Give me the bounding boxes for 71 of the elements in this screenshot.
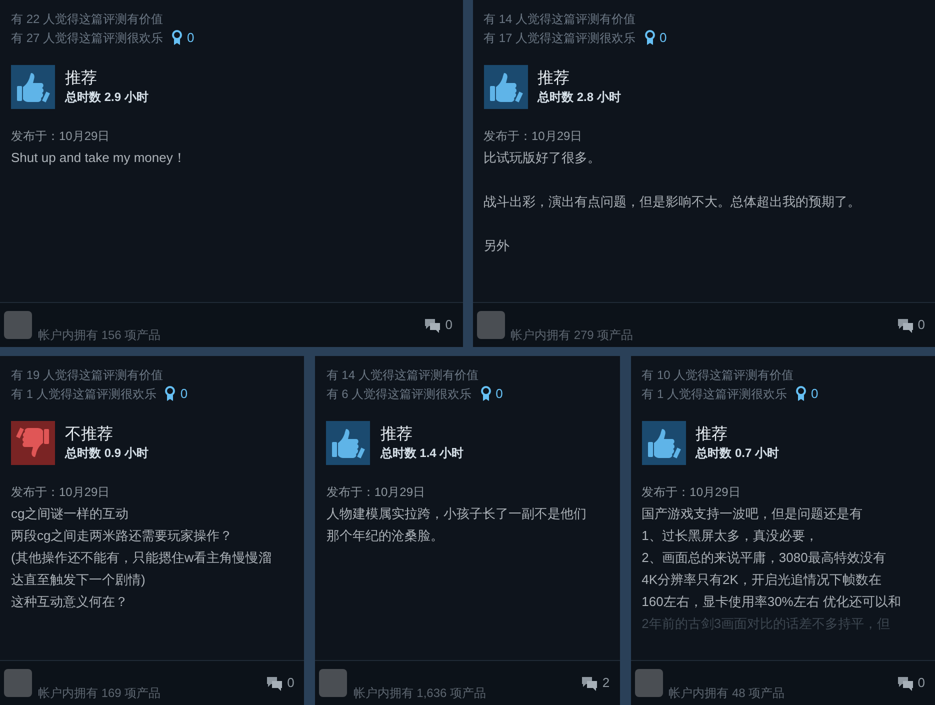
comment-count: 0 — [918, 674, 925, 692]
helpful-count: 有 10 人觉得这篇评测有价值 — [642, 367, 795, 384]
product-count: 帐户内拥有 1,636 项产品 — [353, 685, 486, 702]
review-text: 战斗出彩，演出有点问题，但是影响不大。总体超出我的预期了。 — [484, 192, 862, 210]
verdict-label: 不推荐 — [65, 424, 114, 444]
award-count: 0 — [811, 385, 818, 403]
thumbs-up-icon — [642, 420, 686, 464]
award-count: 0 — [187, 29, 194, 47]
comment-icon[interactable] — [896, 676, 914, 690]
playtime-label: 总时数 0.7 小时 — [696, 444, 780, 460]
award-icon — [480, 386, 492, 402]
post-date: 发布于：10月29日 — [484, 128, 584, 144]
comment-icon[interactable] — [424, 318, 442, 332]
review-text: 达直至触发下一个剧情) — [11, 570, 146, 589]
post-date: 发布于：10月29日 — [326, 484, 426, 500]
helpful-count: 有 14 人觉得这篇评测有价值 — [484, 11, 637, 28]
product-count: 帐户内拥有 48 项产品 — [668, 685, 785, 702]
comment-icon[interactable] — [581, 676, 598, 690]
product-count: 帐户内拥有 169 项产品 — [38, 685, 161, 702]
playtime-label: 总时数 2.8 小时 — [538, 88, 621, 104]
comment-count: 0 — [918, 316, 925, 334]
review-text: 比试玩版好了很多。 — [484, 148, 602, 166]
award-count: 0 — [496, 385, 503, 403]
review-text: cg之间谜一样的互动 — [11, 504, 130, 523]
playtime-label: 总时数 1.4 小时 — [380, 444, 464, 460]
award-icon — [164, 386, 176, 402]
verdict-label: 推荐 — [65, 68, 98, 88]
post-date: 发布于：10月29日 — [11, 484, 111, 500]
award-icon — [795, 386, 807, 402]
product-count: 帐户内拥有 279 项产品 — [510, 327, 634, 344]
award-count: 0 — [180, 385, 188, 403]
comment-count: 0 — [445, 316, 452, 334]
comment-icon[interactable] — [896, 318, 914, 332]
comment-icon[interactable] — [266, 676, 284, 690]
post-date: 发布于：10月29日 — [11, 128, 111, 144]
review-text: 两段cg之间走两米路还需要玩家操作？ — [11, 526, 234, 545]
award-icon — [171, 30, 184, 46]
funny-count: 有 27 人觉得这篇评测很欢乐 — [11, 30, 164, 47]
comment-count: 0 — [287, 674, 294, 692]
thumbs-down-icon — [11, 420, 55, 464]
post-date: 发布于：10月29日 — [642, 484, 742, 500]
review-text: 这种互动意义何在？ — [11, 592, 129, 610]
review-text: 1、过长黑屏太多，真没必要， — [642, 526, 819, 544]
review-text: 2、画面总的来说平庸，3080最高特效没有 — [642, 548, 887, 566]
review-text: 那个年纪的沧桑脸。 — [326, 526, 444, 544]
helpful-count: 有 22 人觉得这篇评测有价值 — [11, 11, 164, 28]
helpful-count: 有 19 人觉得这篇评测有价值 — [11, 367, 164, 384]
funny-count: 有 1 人觉得这篇评测很欢乐 — [642, 386, 787, 403]
review-text: 160左右，显卡使用率30%左右 优化还可以和 — [642, 592, 902, 610]
verdict-label: 推荐 — [538, 68, 570, 88]
review-text: Shut up and take my money！ — [11, 148, 187, 167]
thumbs-up-icon — [326, 420, 370, 464]
review-text: 4K分辨率只有2K，开启光追情况下帧数在 — [642, 570, 882, 588]
review-text: 另外 — [484, 236, 510, 254]
funny-count: 有 17 人觉得这篇评测很欢乐 — [484, 30, 636, 47]
product-count: 帐户内拥有 156 项产品 — [38, 327, 161, 344]
funny-count: 有 1 人觉得这篇评测很欢乐 — [11, 386, 156, 403]
award-count: 0 — [660, 29, 667, 47]
funny-count: 有 6 人觉得这篇评测很欢乐 — [326, 386, 472, 403]
review-text: 人物建模属实拉跨，小孩子长了一副不是他们 — [326, 504, 588, 522]
review-text: 国产游戏支持一波吧，但是问题还是有 — [642, 504, 864, 522]
thumbs-up-icon — [11, 64, 55, 108]
verdict-label: 推荐 — [696, 424, 729, 444]
comment-count: 2 — [602, 674, 610, 692]
helpful-count: 有 14 人觉得这篇评测有价值 — [326, 367, 480, 384]
playtime-label: 总时数 0.9 小时 — [65, 444, 148, 460]
award-icon — [644, 30, 656, 46]
verdict-label: 推荐 — [380, 424, 414, 444]
thumbs-up-icon — [484, 64, 528, 108]
playtime-label: 总时数 2.9 小时 — [65, 88, 148, 104]
review-text: (其他操作还不能有，只能摁住w看主角慢慢溜 — [11, 548, 273, 567]
